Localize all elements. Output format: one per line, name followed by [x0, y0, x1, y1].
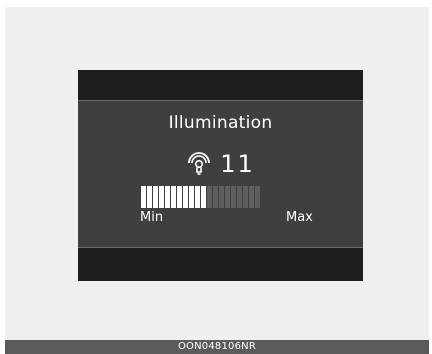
illumination-bulb-icon [188, 152, 211, 175]
level-segment-off [255, 186, 260, 208]
level-segment-on [171, 186, 176, 208]
level-segment-on [153, 186, 158, 208]
level-segment-on [147, 186, 152, 208]
level-row: 11 [78, 149, 363, 179]
level-segment-off [249, 186, 254, 208]
level-segment-off [231, 186, 236, 208]
level-segment-on [189, 186, 194, 208]
illumination-panel: Illumination 11 Min Max [78, 100, 363, 248]
illumination-level-value: 11 [220, 150, 255, 178]
cluster-display: Illumination 11 Min Max [78, 70, 363, 281]
level-segment-on [165, 186, 170, 208]
level-segment-off [243, 186, 248, 208]
level-segment-on [183, 186, 188, 208]
level-segment-on [177, 186, 182, 208]
screen-title: Illumination [168, 113, 273, 133]
level-segment-on [195, 186, 200, 208]
level-segment-on [201, 186, 206, 208]
figure-caption: OON048106NR [5, 340, 429, 354]
level-segment-off [219, 186, 224, 208]
illumination-level-bar[interactable] [141, 186, 261, 208]
min-label: Min [140, 210, 164, 225]
level-segment-off [225, 186, 230, 208]
level-segment-on [141, 186, 146, 208]
display-bottom-band [78, 248, 363, 281]
level-segment-off [237, 186, 242, 208]
display-top-band [78, 70, 363, 100]
level-segment-on [159, 186, 164, 208]
level-segment-off [207, 186, 212, 208]
max-label: Max [286, 210, 313, 225]
level-segment-off [213, 186, 218, 208]
